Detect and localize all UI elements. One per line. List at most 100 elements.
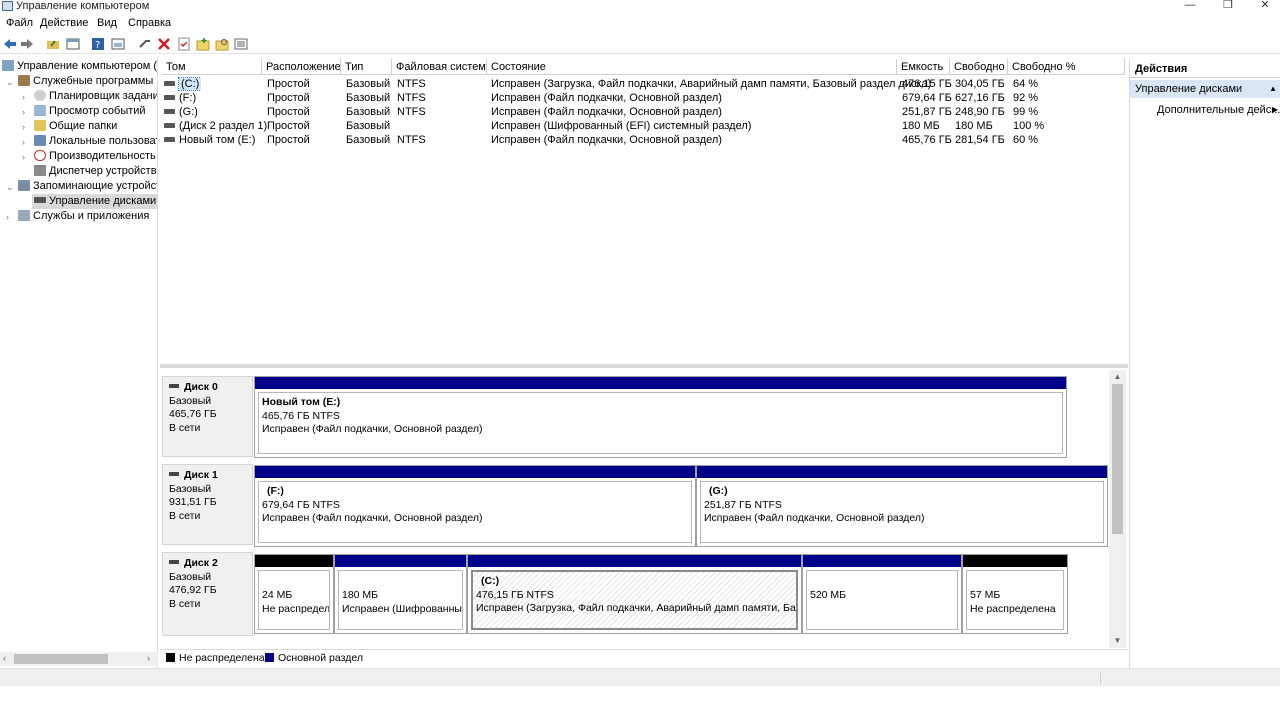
partition-f[interactable]: (F:) 679,64 ГБ NTFS Исправен (Файл подка…: [254, 465, 696, 547]
menu-file[interactable]: Файл: [6, 17, 33, 29]
partition-g[interactable]: (G:) 251,87 ГБ NTFS Исправен (Файл подка…: [696, 465, 1108, 547]
cell-capacity: 679,64 ГБ: [902, 92, 952, 104]
connect-icon[interactable]: [138, 37, 152, 51]
scroll-thumb[interactable]: [1112, 384, 1123, 534]
tree-task-scheduler[interactable]: Планировщик заданий: [34, 89, 157, 104]
table-row[interactable]: (F:): [164, 91, 196, 105]
scroll-right-icon[interactable]: ›: [147, 653, 150, 663]
partition-recovery[interactable]: 520 МБ: [802, 554, 962, 634]
collapse-arrow-icon[interactable]: ›: [22, 107, 25, 117]
legend: Не распределена Основной раздел: [160, 649, 1128, 666]
disk-map-vertical-scrollbar[interactable]: ▲ ▼: [1109, 370, 1126, 648]
toolbar: ?: [0, 34, 1280, 54]
partition-size: 679,64 ГБ NTFS: [262, 498, 340, 511]
properties-icon[interactable]: [111, 37, 125, 51]
tree-shared-folders[interactable]: Общие папки: [34, 119, 117, 134]
forward-arrow-icon[interactable]: [20, 37, 34, 51]
tree-disk-management[interactable]: Управление дисками: [32, 194, 157, 209]
device-manager-icon: [34, 165, 46, 176]
collapse-arrow-icon[interactable]: ›: [6, 212, 9, 222]
legend-unallocated-label: Не распределена: [179, 652, 265, 664]
back-arrow-icon[interactable]: [3, 37, 17, 51]
disk-1-label[interactable]: Диск 1 Базовый 931,51 ГБ В сети: [162, 464, 253, 545]
tree-device-manager-label: Диспетчер устройств: [49, 165, 157, 177]
partition-e[interactable]: Новый том (E:) 465,76 ГБ NTFS Исправен (…: [254, 376, 1067, 458]
red-x-icon[interactable]: [157, 37, 171, 51]
up-folder-icon[interactable]: [46, 37, 60, 51]
partition-unallocated-57mb[interactable]: 57 МБ Не распределена: [962, 554, 1068, 634]
partition-status: Исправен (Загрузка, Файл подкачки, Авари…: [476, 602, 798, 614]
table-row[interactable]: (G:): [164, 105, 198, 119]
tree-local-users[interactable]: Локальные пользовате: [34, 134, 157, 149]
tree-performance[interactable]: Производительность: [34, 149, 156, 164]
tree-root[interactable]: Управление компьютером (лс: [2, 59, 157, 74]
list-view-icon[interactable]: [234, 37, 248, 51]
expand-arrow-icon[interactable]: ⌄: [6, 77, 14, 88]
scroll-down-icon[interactable]: ▼: [1109, 636, 1126, 645]
disk-size: 465,76 ГБ: [169, 408, 217, 420]
partition-unallocated-24mb[interactable]: 24 МБ Не распределе: [254, 554, 334, 634]
status-divider: [1100, 671, 1101, 685]
collapse-arrow-icon[interactable]: ›: [22, 122, 25, 132]
help-icon[interactable]: ?: [91, 37, 105, 51]
column-header-layout[interactable]: Расположение: [262, 59, 341, 75]
tree-horizontal-scrollbar[interactable]: ‹ ›: [0, 652, 158, 666]
tree-event-viewer[interactable]: Просмотр событий: [34, 104, 146, 119]
cell-type: Базовый: [346, 106, 391, 118]
new-folder-icon[interactable]: [196, 37, 210, 51]
scroll-thumb[interactable]: [14, 654, 108, 664]
disk-0-label[interactable]: Диск 0 Базовый 465,76 ГБ В сети: [162, 376, 253, 457]
search-folder-icon[interactable]: [215, 37, 229, 51]
partition-details: 57 МБ Не распределена: [966, 570, 1064, 630]
tree-device-manager[interactable]: Диспетчер устройств: [34, 164, 157, 179]
disk-status: В сети: [169, 509, 201, 522]
cell-free: 248,90 ГБ: [955, 106, 1005, 118]
restore-button[interactable]: ❐: [1210, 0, 1246, 14]
column-header-type[interactable]: Тип: [341, 59, 392, 75]
primary-partition-bar: [255, 377, 1066, 389]
column-header-volume[interactable]: Том: [162, 59, 262, 75]
menu-help[interactable]: Справка: [128, 17, 171, 29]
column-header-status[interactable]: Состояние: [487, 59, 897, 75]
partition-c[interactable]: (C:) 476,15 ГБ NTFS Исправен (Загрузка, …: [467, 554, 802, 634]
menu-action[interactable]: Действие: [40, 17, 88, 29]
table-row[interactable]: Новый том (E:): [164, 133, 255, 147]
partition-size: 465,76 ГБ NTFS: [262, 409, 340, 422]
collapse-up-icon[interactable]: ▲: [1269, 80, 1277, 98]
column-header-free-percent[interactable]: Свободно %: [1008, 59, 1125, 75]
primary-swatch: [265, 653, 274, 662]
more-actions-item[interactable]: Дополнительные дейс... ▶: [1130, 102, 1280, 118]
minimize-button[interactable]: —: [1172, 0, 1208, 14]
status-bar: [0, 668, 1280, 686]
close-button[interactable]: ✕: [1247, 0, 1280, 14]
partition-efi[interactable]: 180 МБ Исправен (Шифрованный: [334, 554, 467, 634]
menu-view[interactable]: Вид: [97, 17, 117, 29]
tree-storage[interactable]: Запоминающие устройств: [18, 179, 157, 194]
column-header-filesystem[interactable]: Файловая система: [392, 59, 487, 75]
volume-name: Новый том (E:): [179, 134, 256, 146]
disk-name: Диск 2: [169, 557, 246, 571]
expand-arrow-icon[interactable]: ⌄: [6, 182, 14, 193]
scroll-left-icon[interactable]: ‹: [3, 653, 6, 663]
table-row[interactable]: (C:): [164, 77, 202, 91]
disk-2-label[interactable]: Диск 2 Базовый 476,92 ГБ В сети: [162, 552, 253, 636]
collapse-arrow-icon[interactable]: ›: [22, 92, 25, 102]
tree-system-tools[interactable]: Служебные программы: [18, 74, 153, 89]
computer-management-icon: [2, 1, 13, 11]
table-row[interactable]: (Диск 2 раздел 1): [164, 119, 267, 133]
show-hide-tree-icon[interactable]: [66, 37, 80, 51]
legend-primary-label: Основной раздел: [278, 652, 363, 664]
primary-partition-bar: [335, 555, 466, 567]
scroll-up-icon[interactable]: ▲: [1109, 372, 1126, 381]
column-header-free[interactable]: Свободно: [950, 59, 1008, 75]
disk-name: Диск 1: [169, 469, 246, 483]
check-document-icon[interactable]: [177, 37, 191, 51]
cell-free: 281,54 ГБ: [955, 134, 1005, 146]
column-header-capacity[interactable]: Емкость: [897, 59, 950, 75]
users-icon: [34, 135, 46, 146]
collapse-arrow-icon[interactable]: ›: [22, 137, 25, 147]
primary-partition-bar: [468, 555, 801, 567]
collapse-arrow-icon[interactable]: ›: [22, 152, 25, 162]
tree-services[interactable]: Службы и приложения: [18, 209, 149, 224]
actions-section-disk-management[interactable]: Управление дисками ▲: [1130, 80, 1280, 98]
